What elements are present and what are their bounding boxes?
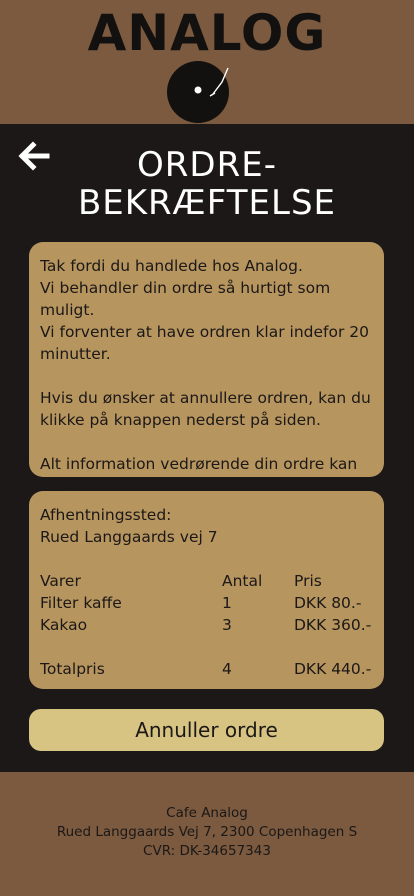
order-table-header: Varer Antal Pris <box>40 570 373 592</box>
cancel-info-line: Hvis du ønsker at annullere ordren, kan … <box>40 389 371 407</box>
confirmation-message-card: Tak fordi du handlede hos Analog. Vi beh… <box>29 242 384 517</box>
pickup-label: Afhentningssted: <box>40 506 172 524</box>
order-item-row: Kakao 3 DKK 360.- <box>40 614 373 636</box>
item-name: Filter kaffe <box>40 594 122 612</box>
order-item-row: Filter kaffe 1 DKK 80.- <box>40 592 373 614</box>
total-price: DKK 440.- <box>294 660 372 678</box>
header-item: Varer <box>40 572 81 590</box>
header: ANALOG <box>0 0 414 124</box>
cancel-order-button[interactable]: Annuller ordre <box>29 709 384 751</box>
confirmation-line: Vi behandler din ordre så hurtigt som mu… <box>40 279 331 319</box>
item-qty: 3 <box>222 616 232 634</box>
confirmation-line: Tak fordi du handlede hos Analog. <box>40 257 303 275</box>
page-title: ORDRE- BEKRÆFTELSE <box>40 146 374 222</box>
footer-address: Rued Langgaards Vej 7, 2300 Copenhagen S <box>56 824 358 840</box>
total-label: Totalpris <box>40 660 105 678</box>
logo-text: ANALOG <box>87 4 327 62</box>
footer: Cafe Analog Rued Langgaards Vej 7, 2300 … <box>0 772 414 896</box>
item-qty: 1 <box>222 594 232 612</box>
cancel-info-line: klikke på knappen nederst på siden. <box>40 411 321 429</box>
header-price: Pris <box>294 572 322 590</box>
item-price: DKK 80.- <box>294 594 362 612</box>
page-title-line2: BEKRÆFTELSE <box>77 183 337 223</box>
footer-company-name: Cafe Analog <box>166 805 248 821</box>
footer-cvr: CVR: DK-34657343 <box>143 843 271 859</box>
order-details-card: Afhentningssted: Rued Langgaards vej 7 V… <box>29 491 384 689</box>
confirmation-line: minutter. <box>40 345 111 363</box>
page-title-line1: ORDRE- <box>137 145 277 185</box>
header-qty: Antal <box>222 572 263 590</box>
vinyl-record-icon <box>167 61 229 123</box>
order-total-row: Totalpris 4 DKK 440.- <box>40 658 373 680</box>
item-price: DKK 360.- <box>294 616 372 634</box>
item-name: Kakao <box>40 616 88 634</box>
pickup-address: Rued Langgaards vej 7 <box>40 528 218 546</box>
total-qty: 4 <box>222 660 232 678</box>
confirmation-line: Vi forventer at have ordren klar indefor… <box>40 323 370 341</box>
